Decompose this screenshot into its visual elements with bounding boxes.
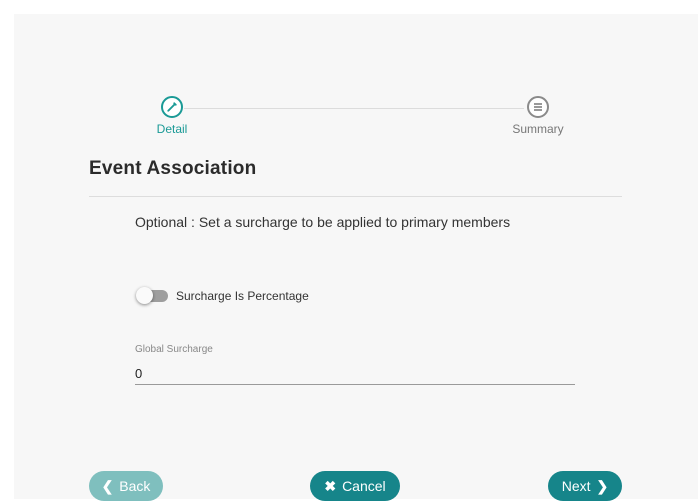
section-title: Event Association	[89, 158, 257, 179]
list-icon	[527, 96, 549, 118]
back-button-label: Back	[119, 478, 151, 494]
next-button[interactable]: Next ❯	[548, 471, 622, 501]
global-surcharge-input[interactable]	[135, 362, 575, 385]
global-surcharge-label: Global Surcharge	[135, 344, 213, 355]
cancel-button-label: Cancel	[342, 478, 386, 494]
step-detail[interactable]: Detail	[147, 96, 197, 136]
stepper-connector	[184, 108, 524, 109]
chevron-left-icon: ❮	[101, 477, 114, 494]
help-text: Optional : Set a surcharge to be applied…	[135, 214, 511, 230]
surcharge-percentage-toggle[interactable]	[136, 287, 168, 304]
step-summary-label: Summary	[512, 122, 564, 136]
close-icon: ✖	[324, 477, 337, 494]
toggle-knob	[136, 287, 153, 304]
toggle-label: Surcharge Is Percentage	[176, 289, 309, 303]
cancel-button[interactable]: ✖ Cancel	[310, 471, 400, 501]
next-button-label: Next	[561, 478, 591, 494]
back-button[interactable]: ❮ Back	[89, 471, 163, 501]
chevron-right-icon: ❯	[596, 477, 609, 494]
section-divider	[89, 196, 622, 197]
pencil-icon	[161, 96, 183, 118]
step-detail-label: Detail	[156, 122, 188, 136]
step-summary[interactable]: Summary	[508, 96, 568, 136]
form-panel	[14, 14, 698, 499]
